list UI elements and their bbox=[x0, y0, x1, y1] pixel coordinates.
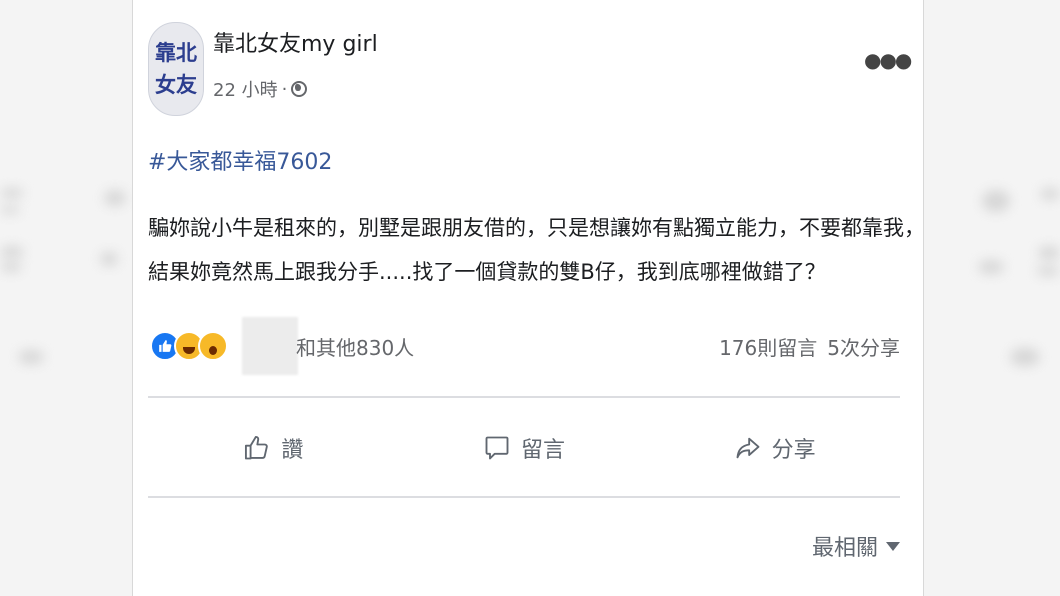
sort-label: 最相關 bbox=[812, 536, 879, 561]
post-body-line: 騙妳說小牛是租來的，別墅是跟朋友借的，只是想讓妳有點獨立能力，不要都靠我， bbox=[148, 216, 925, 240]
avatar-text-bottom: 女友 bbox=[155, 72, 197, 97]
caret-down-icon bbox=[886, 541, 901, 551]
meta-separator: · bbox=[281, 78, 288, 100]
comment-count-link[interactable]: 176則留言 bbox=[719, 332, 817, 361]
thumbs-up-icon bbox=[245, 435, 269, 460]
reactions-summary[interactable] bbox=[150, 317, 298, 375]
reaction-count-text[interactable]: 和其他830人 bbox=[296, 332, 414, 361]
share-button[interactable]: 分享 bbox=[649, 418, 900, 478]
avatar-text-top: 靠北 bbox=[155, 40, 197, 65]
more-horizontal-icon[interactable]: ●●● bbox=[864, 48, 912, 72]
globe-icon[interactable] bbox=[291, 81, 308, 97]
share-arrow-icon bbox=[736, 437, 760, 459]
engagement-counts: 176則留言 5次分享 bbox=[719, 332, 900, 361]
divider bbox=[148, 496, 900, 498]
post-body-line: 結果妳竟然馬上跟我分手.....找了一個貸款的雙B仔，我到底哪裡做錯了？ bbox=[148, 260, 826, 284]
comment-button-label: 留言 bbox=[521, 438, 566, 463]
page-avatar[interactable]: 靠北 女友 bbox=[148, 22, 204, 116]
comment-sort-dropdown[interactable]: 最相關 bbox=[812, 530, 901, 562]
like-button[interactable]: 讚 bbox=[148, 418, 399, 478]
comment-button[interactable]: 留言 bbox=[399, 418, 650, 478]
post-meta: 22 小時 · bbox=[213, 76, 308, 102]
post-timestamp[interactable]: 22 小時 bbox=[213, 76, 278, 102]
like-button-label: 讚 bbox=[281, 438, 304, 463]
wow-reaction-icon bbox=[198, 331, 228, 361]
page-name-link[interactable]: 靠北女友my girl bbox=[213, 26, 378, 58]
redacted-name bbox=[242, 317, 298, 375]
comment-bubble-icon bbox=[485, 436, 509, 460]
share-button-label: 分享 bbox=[771, 438, 816, 463]
hashtag-link[interactable]: #大家都幸福7602 bbox=[148, 144, 332, 176]
post-body: 騙妳說小牛是租來的，別墅是跟朋友借的，只是想讓妳有點獨立能力，不要都靠我， 結果… bbox=[148, 206, 925, 294]
action-bar: 讚 留言 分享 bbox=[148, 418, 900, 478]
share-count-link[interactable]: 5次分享 bbox=[827, 332, 900, 361]
divider bbox=[148, 396, 900, 398]
